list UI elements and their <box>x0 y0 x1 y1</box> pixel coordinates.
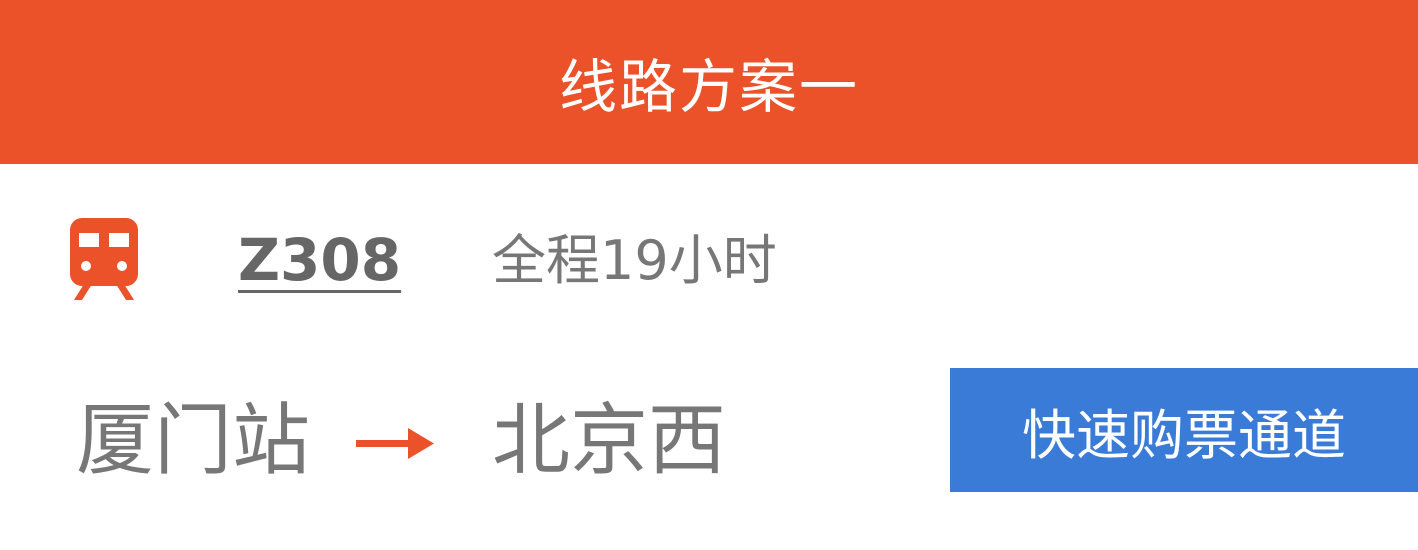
train-number-link[interactable]: Z308 <box>238 222 401 298</box>
arrow-right-icon <box>356 428 434 459</box>
trip-duration: 全程19小时 <box>492 229 777 292</box>
route-plan-header: 线路方案一 <box>0 0 1418 164</box>
quick-buy-ticket-button[interactable]: 快速购票通道 <box>950 368 1418 492</box>
arrival-station: 北京西 <box>492 396 727 486</box>
train-icon <box>70 218 138 300</box>
route-plan-title: 线路方案一 <box>558 53 859 121</box>
departure-station: 厦门站 <box>76 396 311 486</box>
